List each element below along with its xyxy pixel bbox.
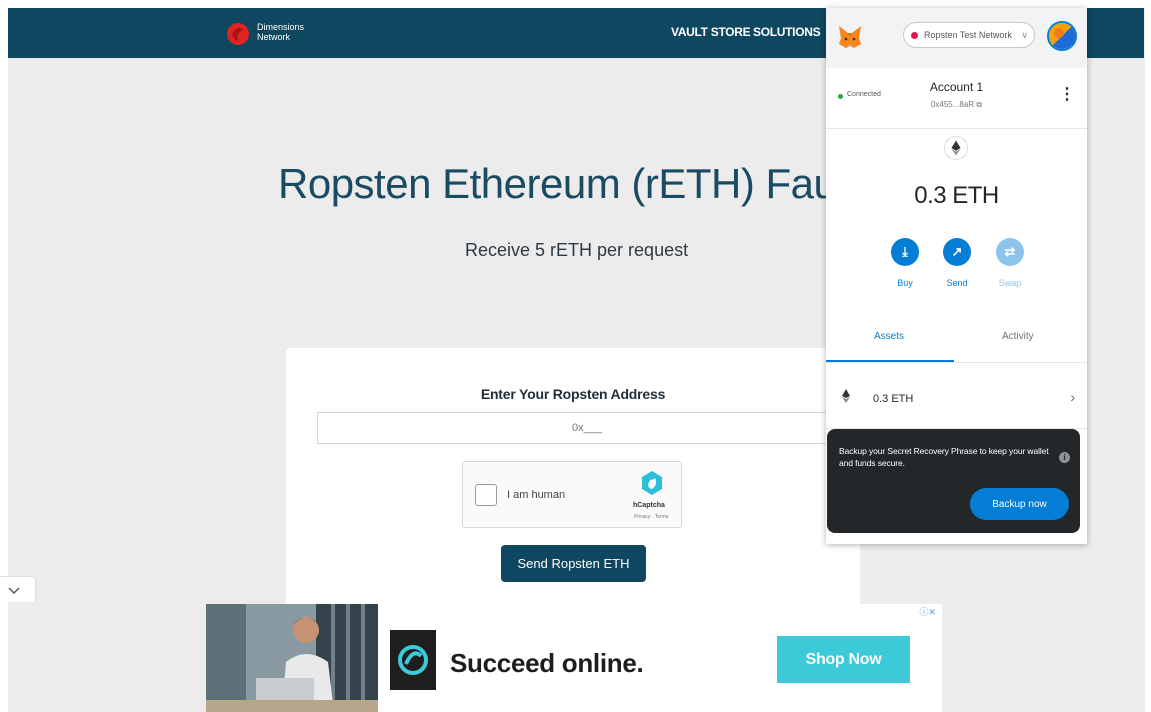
chevron-down-icon: ∨ <box>1021 30 1028 40</box>
captcha-widget: I am human hCaptcha Privacy · Terms <box>462 461 682 528</box>
page-subtitle: Receive 5 rETH per request <box>465 240 689 260</box>
backup-popover: Backup your Secret Recovery Phrase to ke… <box>827 429 1080 533</box>
captcha-links[interactable]: Privacy · Terms <box>634 514 668 520</box>
buy-label: Buy <box>897 278 913 288</box>
send-label: Send <box>946 278 968 288</box>
swap-button[interactable]: ⇄ <box>996 238 1024 266</box>
address-input[interactable] <box>317 412 857 444</box>
ad-content: Succeed online. Shop Now <box>378 618 938 712</box>
brand-logo-icon <box>390 630 436 690</box>
asset-row[interactable]: 0.3 ETH › <box>826 363 1087 429</box>
account-name[interactable]: Account 1 <box>826 80 1087 94</box>
hcaptcha-logo-icon <box>642 471 662 495</box>
network-status-dot <box>911 31 918 39</box>
account-balance: 0.3 ETH <box>914 182 999 209</box>
asset-balance: 0.3 ETH <box>873 393 914 405</box>
page-edge-right <box>1145 0 1151 712</box>
account-row: Connected Account 1 0x455...8aR ⧉ ⋮ <box>826 68 1087 129</box>
account-avatar[interactable] <box>1047 21 1077 51</box>
ad-shop-now-button[interactable]: Shop Now <box>777 636 910 683</box>
send-ropsten-button[interactable]: Send Ropsten ETH <box>501 545 646 582</box>
nav-solutions[interactable]: SOLUTIONS <box>753 25 821 39</box>
brand-name-line1: Dimensions <box>257 22 305 32</box>
avatar-identicon <box>1049 23 1075 49</box>
kebab-menu-icon[interactable]: ⋮ <box>1059 87 1075 103</box>
chevron-right-icon: › <box>1070 389 1075 405</box>
ad-photo <box>206 604 378 712</box>
ethereum-icon <box>944 136 968 160</box>
captcha-brand: hCaptcha <box>633 502 665 509</box>
info-icon[interactable]: i <box>1059 452 1070 463</box>
ad-banner[interactable]: Succeed online. Shop Now ⓘ✕ <box>206 604 942 712</box>
captcha-checkbox[interactable] <box>475 484 497 506</box>
page-edge-left <box>0 0 8 712</box>
metamask-tabs: Assets Activity <box>826 314 1087 363</box>
metamask-fox-icon[interactable] <box>837 24 863 50</box>
connected-dot <box>838 94 843 99</box>
dimensions-logo-icon[interactable] <box>226 21 250 47</box>
copy-icon[interactable]: ⧉ <box>976 100 982 109</box>
captcha-label: I am human <box>507 489 566 501</box>
page-edge-top <box>0 0 1151 8</box>
metamask-popup: Ropsten Test Network ∨ Connected Account… <box>826 8 1087 544</box>
chevron-down-icon <box>8 587 20 595</box>
send-button[interactable]: ↗ <box>943 238 971 266</box>
network-name: Ropsten Test Network <box>924 30 1012 40</box>
tab-assets[interactable]: Assets <box>874 331 904 342</box>
buy-button[interactable]: ⤓ <box>891 238 919 266</box>
account-address[interactable]: 0x455...8aR ⧉ <box>826 100 1087 110</box>
page-title: Ropsten Ethereum (rETH) Fauc <box>278 160 857 207</box>
network-selector[interactable]: Ropsten Test Network ∨ <box>903 22 1035 48</box>
backup-now-button[interactable]: Backup now <box>970 488 1069 520</box>
swap-label: Swap <box>998 278 1022 288</box>
metamask-header: Ropsten Test Network ∨ <box>826 8 1087 68</box>
ad-headline: Succeed online. <box>450 648 644 678</box>
ad-choices-icon[interactable]: ⓘ✕ <box>919 605 936 618</box>
tab-activity[interactable]: Activity <box>1002 331 1034 342</box>
faucet-card: Enter Your Ropsten Address I am human hC… <box>286 348 860 608</box>
address-label: Enter Your Ropsten Address <box>480 386 666 402</box>
brand-name[interactable]: Dimensions Network <box>257 22 317 42</box>
account-address-text: 0x455...8aR <box>930 100 975 109</box>
nav-vault-store[interactable]: VAULT STORE <box>671 25 751 39</box>
brand-name-line2: Network <box>257 32 291 42</box>
backup-message: Backup your Secret Recovery Phrase to ke… <box>839 446 1049 468</box>
active-tab-indicator <box>826 360 954 362</box>
collapse-tab[interactable] <box>0 576 36 602</box>
ethereum-icon <box>842 389 850 403</box>
